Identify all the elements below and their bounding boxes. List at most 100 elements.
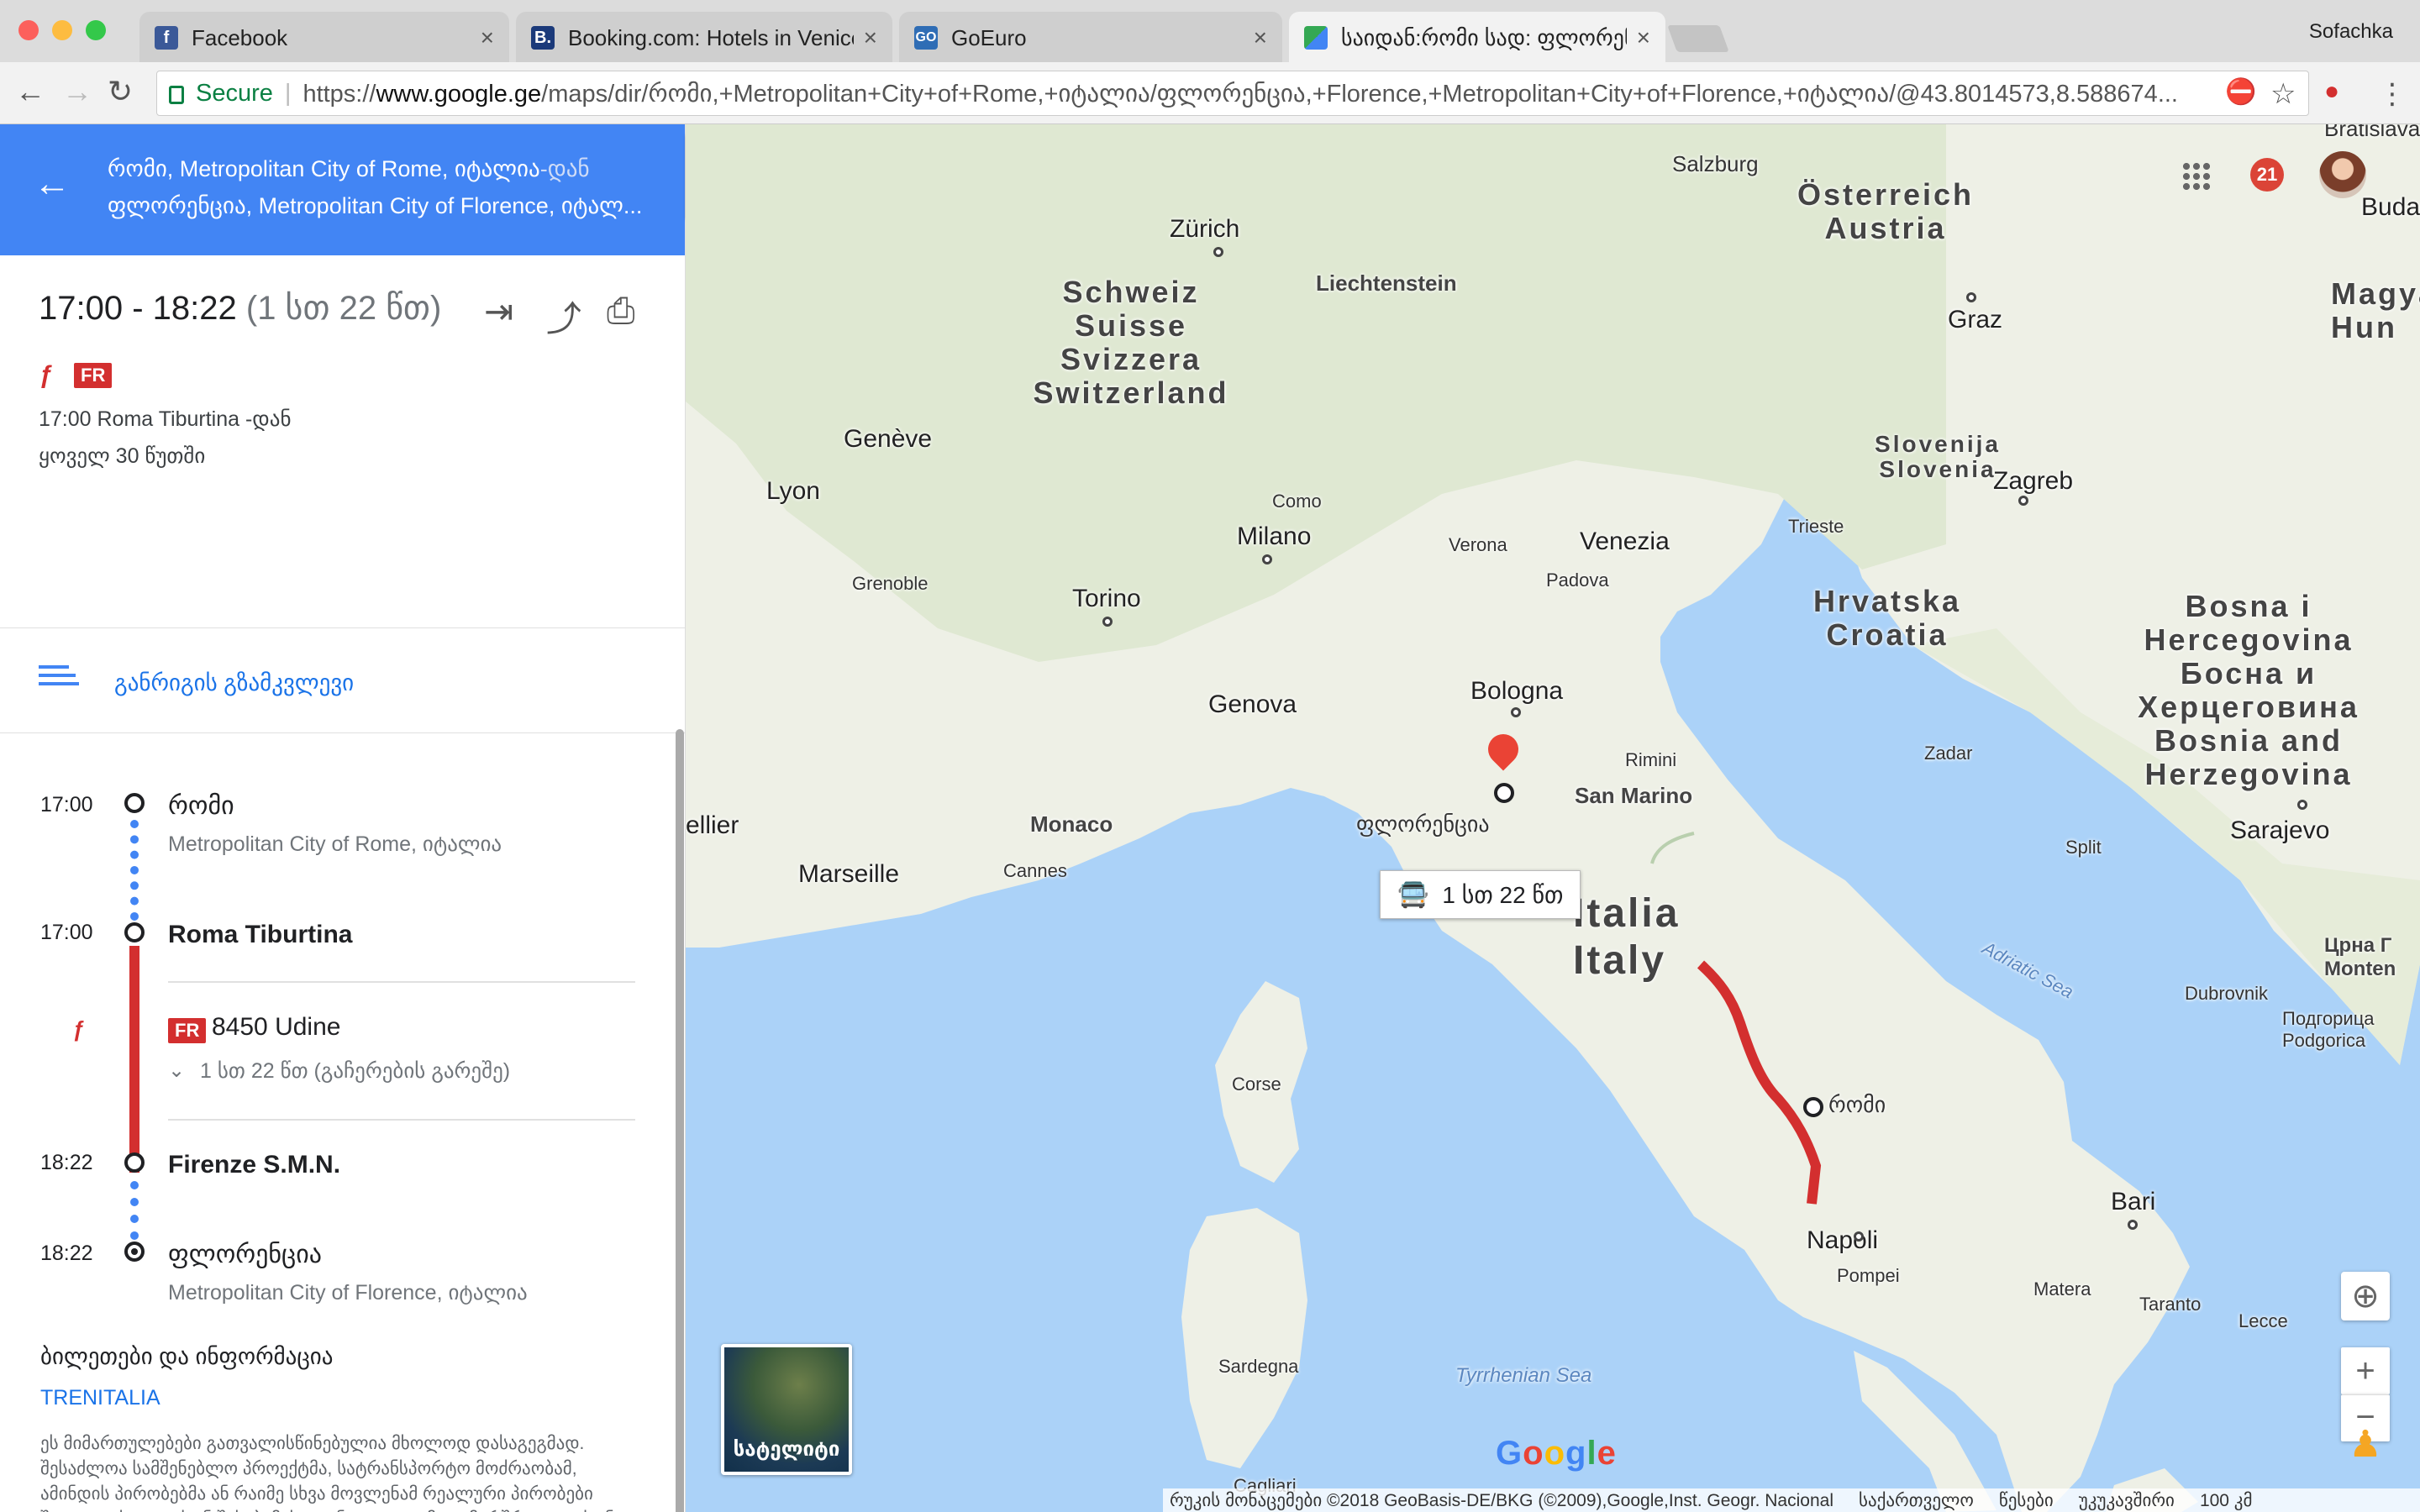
avatar[interactable] xyxy=(2319,151,2366,198)
board-station[interactable]: Roma Tiburtina xyxy=(168,921,352,949)
duration-text: (1 სთ 22 წთ) xyxy=(245,290,442,327)
board-stop-icon xyxy=(124,922,145,942)
notification-badge[interactable]: 21 xyxy=(2250,158,2284,192)
new-tab-button[interactable] xyxy=(1667,25,1729,52)
minimize-window-button[interactable] xyxy=(52,20,72,40)
close-tab-icon[interactable]: × xyxy=(1254,24,1267,51)
zoom-in-button[interactable]: + xyxy=(2341,1347,2390,1394)
city-dot xyxy=(1102,617,1113,627)
my-location-icon[interactable]: ⊕ xyxy=(2341,1272,2390,1320)
label-zadar: Zadar xyxy=(1924,743,1973,764)
rules-link[interactable]: წესები xyxy=(1999,1490,2054,1511)
label-florence[interactable]: ფლორენცია xyxy=(1356,811,1490,837)
start-time: 17:00 xyxy=(40,793,93,816)
print-icon[interactable]: ⎙ xyxy=(607,291,635,332)
feedback-link[interactable]: უკუკავშირი xyxy=(2079,1490,2175,1511)
route-summary: 17:00 - 18:22 (1 სთ 22 წთ) ⇥ ⤴ ⎙ ƒ FR 17… xyxy=(0,124,685,628)
start-name: რომი xyxy=(168,792,234,820)
url-host: www.google.ge xyxy=(376,80,542,108)
reload-icon[interactable]: ↻ xyxy=(108,74,133,109)
label-venezia: Venezia xyxy=(1580,528,1670,555)
address-bar[interactable]: Secure | https://www.google.ge/maps/dir/… xyxy=(156,71,2309,116)
send-to-device-icon[interactable]: ⇥ xyxy=(484,291,513,332)
map-data-credit: რუკის მონაცემები ©2018 GeoBasis-DE/BKG (… xyxy=(1170,1490,1833,1510)
label-torino: Torino xyxy=(1072,585,1141,612)
close-tab-icon[interactable]: × xyxy=(1637,24,1650,51)
divider xyxy=(168,1119,635,1121)
disclaimer-text: ეს მიმართულებები გათვალისწინებულია მხოლო… xyxy=(40,1434,614,1512)
train-icon: ƒ xyxy=(72,1016,85,1042)
tab-booking[interactable]: B. Booking.com: Hotels in Venice × xyxy=(516,12,892,64)
close-window-button[interactable] xyxy=(18,20,39,40)
pegman-icon[interactable]: ♟ xyxy=(2341,1423,2390,1478)
tab-title: Facebook xyxy=(192,24,288,50)
panel-scrollbar[interactable] xyxy=(676,729,684,1512)
alight-station[interactable]: Firenze S.M.N. xyxy=(168,1151,340,1179)
label-split: Split xyxy=(2065,837,2102,858)
close-tab-icon[interactable]: × xyxy=(481,24,494,51)
schedule-guide-link[interactable]: განრიგის გზამკვლევი xyxy=(114,670,354,696)
label-san-marino: San Marino xyxy=(1575,783,1693,808)
share-icon[interactable]: ⤴ xyxy=(546,291,581,342)
label-rome[interactable]: რომი xyxy=(1828,1092,1886,1118)
schedule-guide-row[interactable]: განრიგის გზამკვლევი xyxy=(0,628,685,733)
line-badge: FR xyxy=(74,363,113,388)
walk-dots xyxy=(130,820,139,921)
profile-name[interactable]: Sofachka xyxy=(2309,20,2393,44)
browser-tab-strip: f Facebook × B. Booking.com: Hotels in V… xyxy=(0,0,2420,64)
label-matera: Matera xyxy=(2033,1278,2091,1299)
chrome-menu-icon[interactable]: ⋮ xyxy=(2378,77,2407,111)
divider xyxy=(168,981,635,983)
destination-marker[interactable] xyxy=(1494,783,1514,803)
chevron-down-icon[interactable]: ⌄ xyxy=(168,1058,185,1083)
bookmark-star-icon[interactable]: ☆ xyxy=(2270,77,2296,111)
label-monaco: Monaco xyxy=(1030,811,1113,837)
alight-stop-icon xyxy=(124,1152,145,1173)
close-tab-icon[interactable]: × xyxy=(864,24,877,51)
origin-marker[interactable] xyxy=(1803,1097,1823,1117)
route-duration-callout[interactable]: 🚍 1 სთ 22 წთ xyxy=(1380,870,1581,919)
time-range-text: 17:00 - 18:22 xyxy=(39,290,237,327)
frequency-info: ყოველ 30 წუთში xyxy=(39,444,206,468)
train-route-line xyxy=(129,946,139,1173)
extension-badge-icon[interactable]: ● xyxy=(2324,77,2339,106)
tab-title: Booking.com: Hotels in Venice xyxy=(568,24,854,50)
map-canvas[interactable]: Österreich Austria Schweiz Suisse Svizze… xyxy=(686,124,2420,1512)
label-pompei: Pompei xyxy=(1837,1265,1900,1286)
city-dot xyxy=(2018,496,2028,506)
maximize-window-button[interactable] xyxy=(86,20,106,40)
city-dot xyxy=(1966,292,1976,302)
apps-grid-icon[interactable] xyxy=(2181,161,2212,192)
time-range: 17:00 - 18:22 (1 სთ 22 წთ) xyxy=(39,289,441,328)
satellite-label: სატელიტი xyxy=(733,1438,840,1461)
browser-toolbar: ← → ↻ Secure | https://www.google.ge/map… xyxy=(0,62,2420,124)
booking-icon: B. xyxy=(531,26,555,50)
label-taranto: Taranto xyxy=(2139,1294,2202,1315)
back-icon[interactable]: ← xyxy=(15,74,45,109)
label-bari: Bari xyxy=(2111,1188,2156,1215)
terms-link[interactable]: საქართველო xyxy=(1859,1490,1974,1511)
map-footer: რუკის მონაცემები ©2018 GeoBasis-DE/BKG (… xyxy=(1163,1488,2420,1512)
operator-link[interactable]: TRENITALIA xyxy=(40,1386,160,1410)
extension-icon[interactable]: ⛔ xyxy=(2225,77,2256,107)
label-sarajevo: Sarajevo xyxy=(2230,816,2330,844)
label-cannes: Cannes xyxy=(1003,860,1067,881)
tab-goeuro[interactable]: GO GoEuro × xyxy=(899,12,1282,64)
secure-label: Secure xyxy=(196,79,273,107)
tab-google-maps[interactable]: საიდან:რომი სად: ფლორენ × xyxy=(1289,12,1665,64)
label-como: Como xyxy=(1272,491,1322,512)
trip-timeline: 17:00 რომი Metropolitan City of Rome, იტ… xyxy=(0,736,672,1324)
bus-icon: 🚍 xyxy=(1397,880,1429,909)
label-croatia: Hrvatska Croatia xyxy=(1812,584,1962,652)
city-dot xyxy=(2128,1220,2138,1230)
label-padova: Padova xyxy=(1546,570,1609,591)
tab-facebook[interactable]: f Facebook × xyxy=(139,12,509,64)
forward-icon[interactable]: → xyxy=(62,74,92,109)
label-zagreb: Zagreb xyxy=(1993,467,2074,495)
city-dot xyxy=(1213,247,1223,257)
satellite-toggle[interactable]: სატელიტი xyxy=(721,1344,852,1475)
ride-info[interactable]: 1 სთ 22 წთ (გაჩერების გარეშე) xyxy=(200,1058,510,1084)
train-badge: FR xyxy=(168,1018,207,1043)
city-dot xyxy=(2297,800,2307,810)
scale-label[interactable]: 100 კმ xyxy=(2200,1490,2253,1511)
